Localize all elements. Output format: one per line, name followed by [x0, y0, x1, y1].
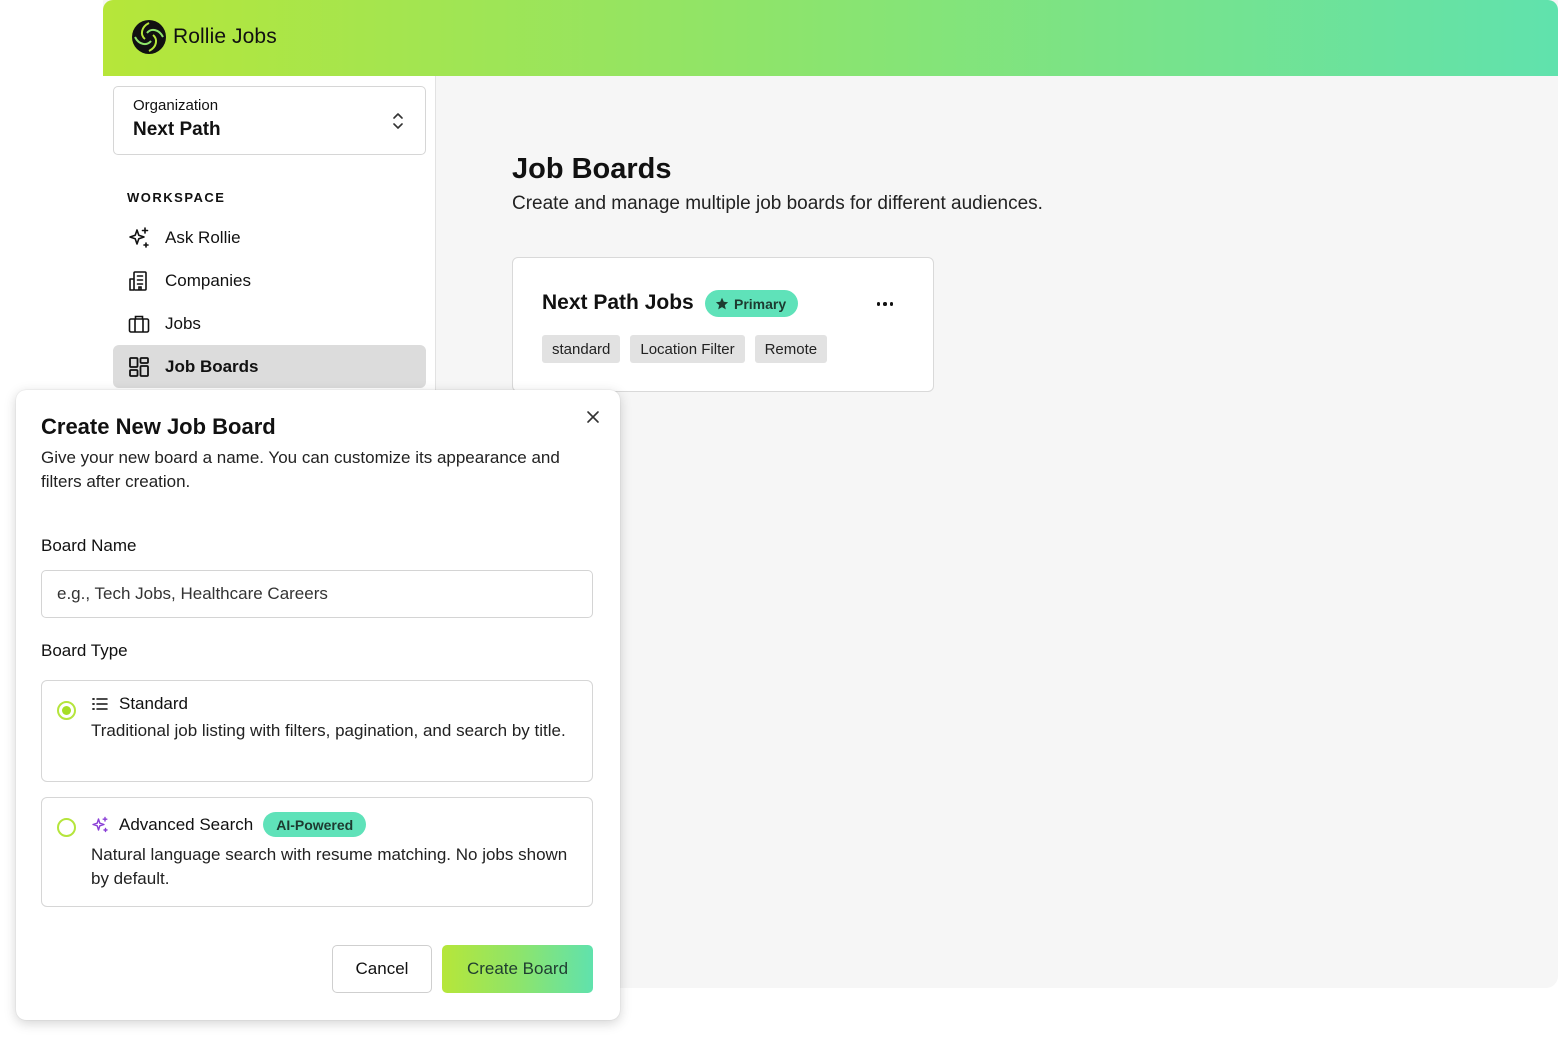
option-description: Natural language search with resume matc… [91, 845, 568, 888]
option-header: Standard [91, 694, 188, 714]
sidebar-item-job-boards[interactable]: Job Boards [113, 345, 426, 388]
list-icon [92, 698, 108, 710]
workspace-section-label: WORKSPACE [127, 190, 226, 205]
more-dot [883, 302, 887, 306]
sparkle-icon [92, 816, 108, 832]
sidebar-nav: Ask Rollie Companies Jobs Job Boards [113, 216, 426, 388]
board-tag: Location Filter [630, 335, 745, 363]
chevron-up-down-icon [393, 113, 403, 129]
grid-icon [129, 356, 149, 377]
cancel-button[interactable]: Cancel [332, 945, 432, 993]
dialog-description: Give your new board a name. You can cust… [41, 448, 560, 491]
organization-label: Organization [133, 97, 219, 114]
sidebar-item-label: Ask Rollie [165, 227, 241, 247]
sidebar-item-label: Job Boards [165, 356, 259, 376]
briefcase-icon [128, 315, 150, 333]
organization-value: Next Path [133, 119, 221, 140]
job-board-name: Next Path Jobs [542, 291, 694, 314]
more-options-button[interactable] [874, 294, 896, 314]
sparkle-icon [129, 226, 149, 248]
create-board-button[interactable]: Create Board [442, 945, 593, 993]
page-subtitle: Create and manage multiple job boards fo… [512, 193, 1043, 214]
brand[interactable]: Rollie Jobs [131, 19, 277, 55]
ai-powered-badge: AI-Powered [263, 812, 367, 837]
primary-badge: Primary [705, 290, 799, 317]
top-bar: Rollie Jobs [103, 0, 1558, 76]
sidebar-item-jobs[interactable]: Jobs [113, 302, 426, 345]
rollie-logo-icon [132, 20, 166, 54]
board-type-label: Board Type [41, 641, 128, 660]
option-description: Traditional job listing with filters, pa… [91, 721, 566, 740]
option-title: Advanced Search [119, 814, 254, 834]
board-type-option-standard[interactable]: Standard Traditional job listing with fi… [41, 680, 593, 782]
sidebar-item-ask-rollie[interactable]: Ask Rollie [113, 216, 426, 259]
job-board-card[interactable]: Next Path Jobs Primary standard Location… [512, 257, 934, 392]
sidebar-item-companies[interactable]: Companies [113, 259, 426, 302]
standard-radio[interactable] [57, 701, 76, 720]
primary-badge-label: Primary [734, 295, 787, 312]
option-title: Standard [119, 694, 188, 713]
building-icon [129, 270, 147, 291]
more-dot [889, 302, 894, 306]
board-name-label: Board Name [41, 536, 137, 555]
board-name-input[interactable] [41, 570, 593, 618]
star-icon [715, 297, 729, 309]
organization-switcher[interactable]: Organization Next Path [113, 86, 426, 155]
dialog-title: Create New Job Board [41, 414, 276, 439]
advanced-search-radio[interactable] [57, 818, 76, 837]
page-title: Job Boards [512, 153, 672, 185]
board-type-option-advanced-search[interactable]: Advanced Search AI-Powered Natural langu… [41, 797, 593, 907]
board-tag: standard [542, 335, 621, 363]
create-board-dialog: Create New Job Board Give your new board… [16, 390, 620, 1020]
more-dot [876, 302, 881, 306]
sidebar-item-label: Jobs [165, 313, 201, 333]
option-header: Advanced Search AI-Powered [91, 812, 367, 837]
sidebar-item-label: Companies [165, 270, 251, 290]
brand-name: Rollie Jobs [173, 25, 277, 48]
board-tags: standard Location Filter Remote [542, 335, 828, 363]
board-tag: Remote [754, 335, 828, 363]
close-icon[interactable] [586, 410, 600, 424]
